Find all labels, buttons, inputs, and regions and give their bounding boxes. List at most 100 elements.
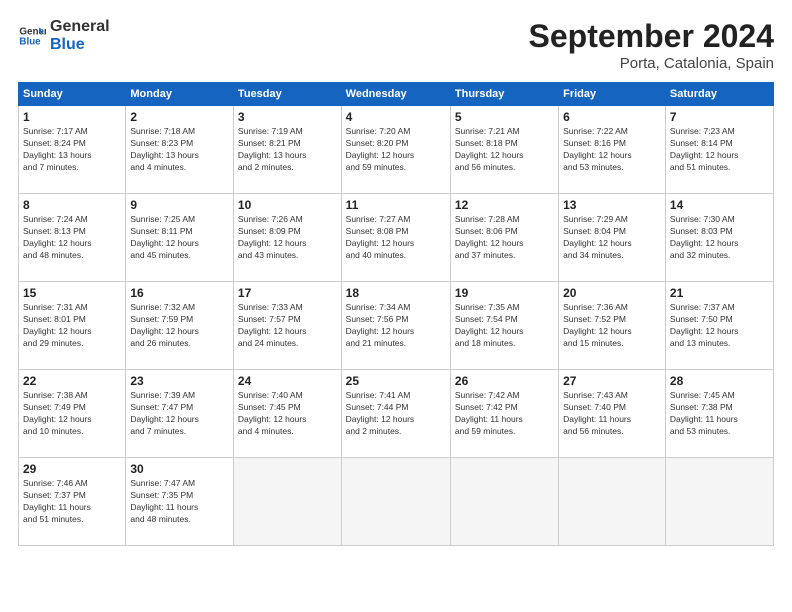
cell-w2-d5: 12 Sunrise: 7:28 AMSunset: 8:06 PMDayligh…	[450, 194, 558, 282]
day-info: Sunrise: 7:23 AMSunset: 8:14 PMDaylight:…	[670, 126, 769, 174]
cell-w1-d7: 7 Sunrise: 7:23 AMSunset: 8:14 PMDaylight…	[665, 106, 773, 194]
day-number: 11	[346, 198, 446, 212]
cell-w4-d3: 24 Sunrise: 7:40 AMSunset: 7:45 PMDayligh…	[233, 370, 341, 458]
day-number: 12	[455, 198, 554, 212]
header-monday: Monday	[126, 83, 234, 106]
day-info: Sunrise: 7:37 AMSunset: 7:50 PMDaylight:…	[670, 302, 769, 350]
cell-w3-d5: 19 Sunrise: 7:35 AMSunset: 7:54 PMDayligh…	[450, 282, 558, 370]
day-info: Sunrise: 7:42 AMSunset: 7:42 PMDaylight:…	[455, 390, 554, 438]
day-info: Sunrise: 7:30 AMSunset: 8:03 PMDaylight:…	[670, 214, 769, 262]
day-number: 13	[563, 198, 661, 212]
day-number: 21	[670, 286, 769, 300]
svg-text:Blue: Blue	[19, 37, 41, 48]
day-number: 29	[23, 462, 121, 476]
day-number: 26	[455, 374, 554, 388]
week-row-3: 15Sunrise: 7:31 AMSunset: 8:01 PMDayligh…	[19, 282, 774, 370]
day-number: 6	[563, 110, 661, 124]
day-info: Sunrise: 7:28 AMSunset: 8:06 PMDaylight:…	[455, 214, 554, 262]
day-number: 22	[23, 374, 121, 388]
day-info: Sunrise: 7:45 AMSunset: 7:38 PMDaylight:…	[670, 390, 769, 438]
cell-w3-d7: 21 Sunrise: 7:37 AMSunset: 7:50 PMDayligh…	[665, 282, 773, 370]
day-info: Sunrise: 7:25 AMSunset: 8:11 PMDaylight:…	[130, 214, 229, 262]
cell-w5-d1: 29 Sunrise: 7:46 AMSunset: 7:37 PMDayligh…	[19, 458, 126, 546]
day-number: 9	[130, 198, 229, 212]
header: General Blue General Blue September 2024…	[18, 18, 774, 72]
cell-w3-d3: 17Sunrise: 7:33 AMSunset: 7:57 PMDayligh…	[233, 282, 341, 370]
day-info: Sunrise: 7:33 AMSunset: 7:57 PMDaylight:…	[238, 302, 337, 350]
header-thursday: Thursday	[450, 83, 558, 106]
cell-w4-d4: 25Sunrise: 7:41 AMSunset: 7:44 PMDayligh…	[341, 370, 450, 458]
cell-w2-d7: 14 Sunrise: 7:30 AMSunset: 8:03 PMDayligh…	[665, 194, 773, 282]
cell-w3-d4: 18Sunrise: 7:34 AMSunset: 7:56 PMDayligh…	[341, 282, 450, 370]
cell-w1-d2: 2 Sunrise: 7:18 AMSunset: 8:23 PMDaylight…	[126, 106, 234, 194]
day-number: 2	[130, 110, 229, 124]
header-saturday: Saturday	[665, 83, 773, 106]
cell-w5-d7	[665, 458, 773, 546]
day-info: Sunrise: 7:46 AMSunset: 7:37 PMDaylight:…	[23, 478, 121, 526]
logo-icon: General Blue	[18, 22, 46, 50]
cell-w1-d6: 6 Sunrise: 7:22 AMSunset: 8:16 PMDaylight…	[559, 106, 666, 194]
calendar-header-row: Sunday Monday Tuesday Wednesday Thursday…	[19, 83, 774, 106]
day-info: Sunrise: 7:36 AMSunset: 7:52 PMDaylight:…	[563, 302, 661, 350]
day-info: Sunrise: 7:40 AMSunset: 7:45 PMDaylight:…	[238, 390, 337, 438]
day-number: 5	[455, 110, 554, 124]
day-info: Sunrise: 7:20 AMSunset: 8:20 PMDaylight:…	[346, 126, 446, 174]
logo: General Blue General Blue	[18, 18, 110, 55]
day-number: 23	[130, 374, 229, 388]
cell-w5-d5	[450, 458, 558, 546]
cell-w5-d4	[341, 458, 450, 546]
week-row-2: 8 Sunrise: 7:24 AMSunset: 8:13 PMDaylight…	[19, 194, 774, 282]
day-info: Sunrise: 7:18 AMSunset: 8:23 PMDaylight:…	[130, 126, 229, 174]
cell-w2-d3: 10 Sunrise: 7:26 AMSunset: 8:09 PMDayligh…	[233, 194, 341, 282]
day-info: Sunrise: 7:19 AMSunset: 8:21 PMDaylight:…	[238, 126, 337, 174]
cell-w3-d6: 20Sunrise: 7:36 AMSunset: 7:52 PMDayligh…	[559, 282, 666, 370]
cell-w2-d6: 13Sunrise: 7:29 AMSunset: 8:04 PMDayligh…	[559, 194, 666, 282]
day-number: 19	[455, 286, 554, 300]
cell-w4-d6: 27 Sunrise: 7:43 AMSunset: 7:40 PMDayligh…	[559, 370, 666, 458]
day-number: 14	[670, 198, 769, 212]
day-number: 15	[23, 286, 121, 300]
day-info: Sunrise: 7:27 AMSunset: 8:08 PMDaylight:…	[346, 214, 446, 262]
header-sunday: Sunday	[19, 83, 126, 106]
header-wednesday: Wednesday	[341, 83, 450, 106]
day-number: 28	[670, 374, 769, 388]
cell-w1-d3: 3 Sunrise: 7:19 AMSunset: 8:21 PMDaylight…	[233, 106, 341, 194]
day-number: 8	[23, 198, 121, 212]
day-number: 4	[346, 110, 446, 124]
day-info: Sunrise: 7:38 AMSunset: 7:49 PMDaylight:…	[23, 390, 121, 438]
month-title: September 2024	[529, 18, 774, 55]
day-number: 10	[238, 198, 337, 212]
day-number: 18	[346, 286, 446, 300]
calendar-table: Sunday Monday Tuesday Wednesday Thursday…	[18, 82, 774, 546]
week-row-5: 29 Sunrise: 7:46 AMSunset: 7:37 PMDayligh…	[19, 458, 774, 546]
header-tuesday: Tuesday	[233, 83, 341, 106]
day-number: 1	[23, 110, 121, 124]
cell-w4-d2: 23 Sunrise: 7:39 AMSunset: 7:47 PMDayligh…	[126, 370, 234, 458]
day-number: 7	[670, 110, 769, 124]
day-number: 25	[346, 374, 446, 388]
day-info: Sunrise: 7:26 AMSunset: 8:09 PMDaylight:…	[238, 214, 337, 262]
day-number: 24	[238, 374, 337, 388]
cell-w4-d1: 22 Sunrise: 7:38 AMSunset: 7:49 PMDayligh…	[19, 370, 126, 458]
page: General Blue General Blue September 2024…	[0, 0, 792, 612]
location-subtitle: Porta, Catalonia, Spain	[529, 55, 774, 72]
week-row-1: 1 Sunrise: 7:17 AMSunset: 8:24 PMDaylight…	[19, 106, 774, 194]
cell-w3-d2: 16Sunrise: 7:32 AMSunset: 7:59 PMDayligh…	[126, 282, 234, 370]
day-info: Sunrise: 7:32 AMSunset: 7:59 PMDaylight:…	[130, 302, 229, 350]
week-row-4: 22 Sunrise: 7:38 AMSunset: 7:49 PMDayligh…	[19, 370, 774, 458]
day-info: Sunrise: 7:39 AMSunset: 7:47 PMDaylight:…	[130, 390, 229, 438]
cell-w3-d1: 15Sunrise: 7:31 AMSunset: 8:01 PMDayligh…	[19, 282, 126, 370]
day-info: Sunrise: 7:35 AMSunset: 7:54 PMDaylight:…	[455, 302, 554, 350]
day-info: Sunrise: 7:17 AMSunset: 8:24 PMDaylight:…	[23, 126, 121, 174]
day-info: Sunrise: 7:24 AMSunset: 8:13 PMDaylight:…	[23, 214, 121, 262]
cell-w5-d6	[559, 458, 666, 546]
day-number: 27	[563, 374, 661, 388]
day-info: Sunrise: 7:43 AMSunset: 7:40 PMDaylight:…	[563, 390, 661, 438]
day-info: Sunrise: 7:21 AMSunset: 8:18 PMDaylight:…	[455, 126, 554, 174]
cell-w2-d2: 9 Sunrise: 7:25 AMSunset: 8:11 PMDaylight…	[126, 194, 234, 282]
cell-w5-d3	[233, 458, 341, 546]
day-info: Sunrise: 7:47 AMSunset: 7:35 PMDaylight:…	[130, 478, 229, 526]
day-number: 3	[238, 110, 337, 124]
day-info: Sunrise: 7:22 AMSunset: 8:16 PMDaylight:…	[563, 126, 661, 174]
cell-w2-d4: 11 Sunrise: 7:27 AMSunset: 8:08 PMDayligh…	[341, 194, 450, 282]
